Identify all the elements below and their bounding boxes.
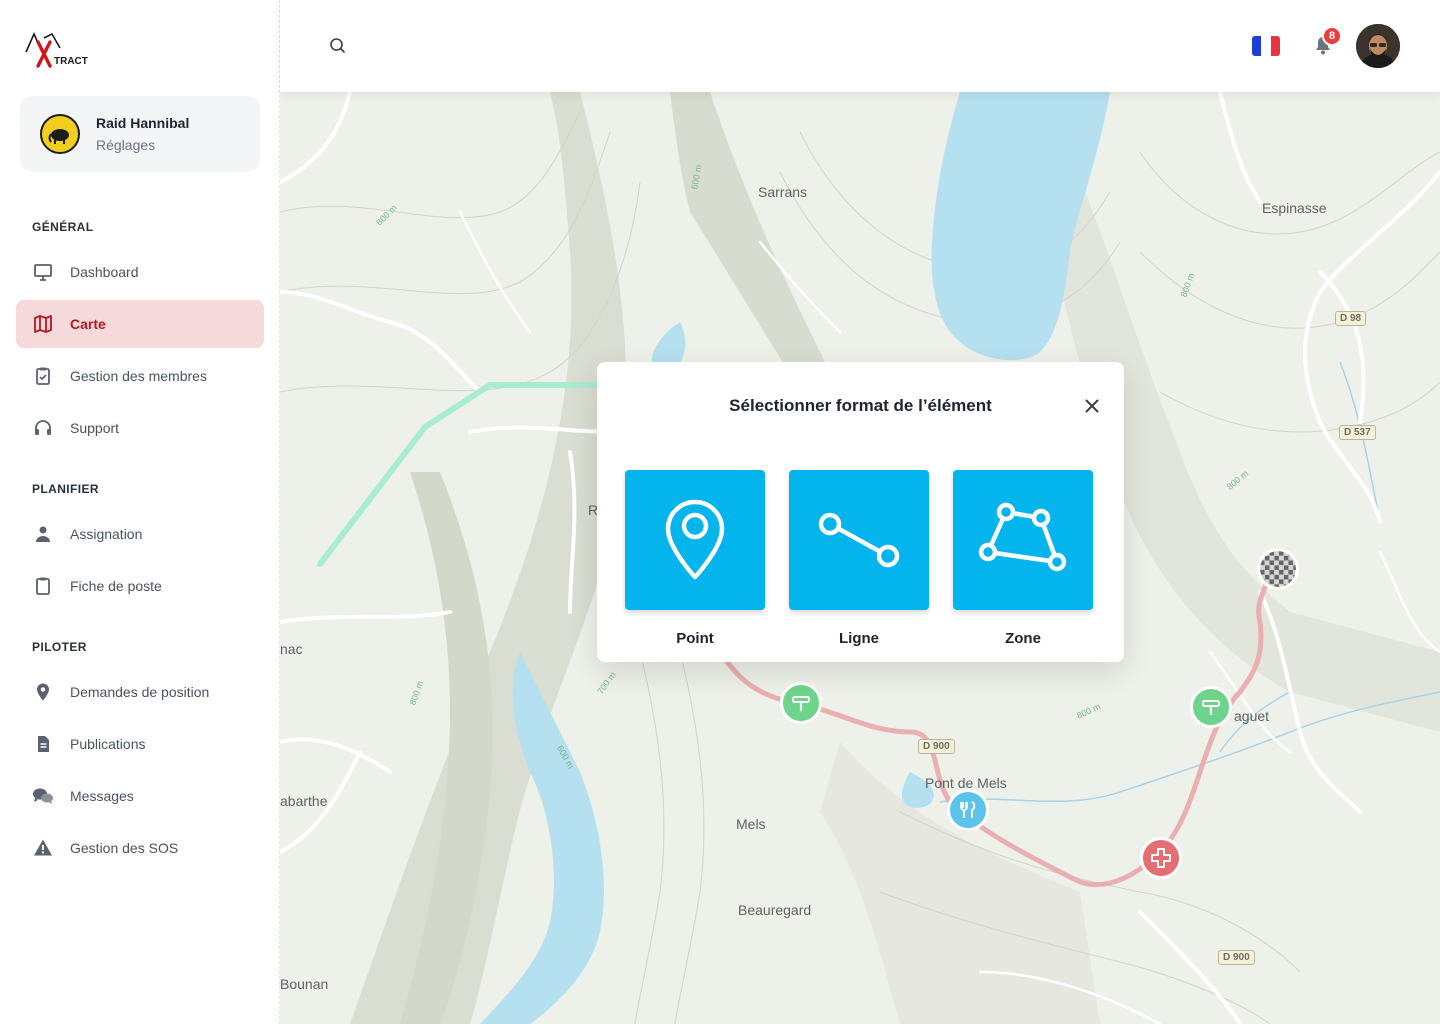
sidebar-item-label: Gestion des SOS: [70, 840, 179, 856]
restaurant-icon[interactable]: [947, 789, 989, 831]
chat-bubbles-icon: [32, 785, 54, 807]
search-icon[interactable]: [328, 36, 348, 56]
map-icon: [32, 313, 54, 335]
section-planifier: PLANIFIER: [32, 482, 99, 496]
signpost-icon[interactable]: [780, 682, 822, 724]
sidebar-item-messages[interactable]: Messages: [16, 772, 264, 820]
org-settings-link: Réglages: [96, 137, 156, 153]
document-icon: [32, 733, 54, 755]
map-label-place: Bounan: [280, 976, 329, 992]
polygon-icon[interactable]: [953, 470, 1093, 610]
format-option-point[interactable]: Point: [625, 470, 765, 647]
sidebar-item-label: Support: [70, 420, 120, 436]
map-label-place: nac: [280, 641, 303, 657]
org-switcher[interactable]: Raid Hannibal Réglages: [20, 96, 260, 172]
element-format-modal: Sélectionner format de l’élément Point L…: [597, 362, 1124, 662]
map-label-place: Beauregard: [738, 902, 812, 918]
app-logo[interactable]: TRACT: [24, 30, 88, 68]
map-label-place: aguet: [1234, 708, 1270, 724]
format-option-label: Zone: [1005, 630, 1041, 647]
format-option-ligne[interactable]: Ligne: [789, 470, 929, 647]
sidebar-item-fiche-poste[interactable]: Fiche de poste: [16, 562, 264, 610]
first-aid-icon[interactable]: [1140, 837, 1182, 879]
org-logo: [40, 114, 80, 154]
map-label-place: Espinasse: [1262, 200, 1327, 216]
notification-badge: 8: [1322, 26, 1342, 46]
format-option-label: Point: [676, 630, 714, 647]
sidebar-item-label: Dashboard: [70, 264, 139, 280]
location-pin-icon: [32, 681, 54, 703]
map-road-badge: D 900: [918, 739, 955, 754]
sidebar-item-gestion-sos[interactable]: Gestion des SOS: [16, 824, 264, 872]
sidebar-item-dashboard[interactable]: Dashboard: [16, 248, 264, 296]
section-piloter: PILOTER: [32, 640, 87, 654]
svg-text:TRACT: TRACT: [54, 56, 88, 67]
format-option-zone[interactable]: Zone: [953, 470, 1093, 647]
map-label-place: Sarrans: [758, 184, 808, 200]
format-option-label: Ligne: [839, 630, 879, 647]
close-icon[interactable]: [1082, 396, 1102, 416]
sidebar-item-label: Messages: [70, 788, 134, 804]
clipboard-icon: [32, 575, 54, 597]
sidebar-item-label: Publications: [70, 736, 146, 752]
sidebar-item-assignation[interactable]: Assignation: [16, 510, 264, 558]
person-icon: [32, 523, 54, 545]
map-label-place: abarthe: [280, 793, 328, 809]
sidebar-item-support[interactable]: Support: [16, 404, 264, 452]
sidebar-item-label: Fiche de poste: [70, 578, 162, 594]
monitor-icon: [32, 261, 54, 283]
headset-icon: [32, 417, 54, 439]
sidebar-item-label: Assignation: [70, 526, 143, 542]
user-avatar[interactable]: [1356, 24, 1400, 68]
sidebar-item-label: Carte: [70, 316, 106, 332]
map-road-badge: D 537: [1339, 425, 1376, 440]
org-name: Raid Hannibal: [96, 115, 190, 131]
sidebar-item-demandes-position[interactable]: Demandes de position: [16, 668, 264, 716]
language-flag-icon[interactable]: [1252, 36, 1280, 56]
sidebar-item-gestion-membres[interactable]: Gestion des membres: [16, 352, 264, 400]
sidebar-item-label: Demandes de position: [70, 684, 210, 700]
sidebar-item-label: Gestion des membres: [70, 368, 207, 384]
sidebar-item-carte[interactable]: Carte: [16, 300, 264, 348]
sidebar-item-publications[interactable]: Publications: [16, 720, 264, 768]
map-road-badge: D 900: [1218, 950, 1255, 965]
clipboard-check-icon: [32, 365, 54, 387]
top-header: 8: [280, 0, 1440, 92]
section-general: GÉNÉRAL: [32, 220, 94, 234]
map-road-badge: D 98: [1335, 311, 1367, 326]
pin-icon[interactable]: [625, 470, 765, 610]
map-label-place: Mels: [736, 816, 766, 832]
line-icon[interactable]: [789, 470, 929, 610]
sidebar: TRACT Raid Hannibal Réglages GÉNÉRAL Das…: [0, 0, 280, 1024]
signpost-icon[interactable]: [1190, 686, 1232, 728]
checkered-flag-icon[interactable]: [1257, 548, 1299, 590]
warning-icon: [32, 837, 54, 859]
modal-title: Sélectionner format de l’élément: [729, 396, 992, 415]
